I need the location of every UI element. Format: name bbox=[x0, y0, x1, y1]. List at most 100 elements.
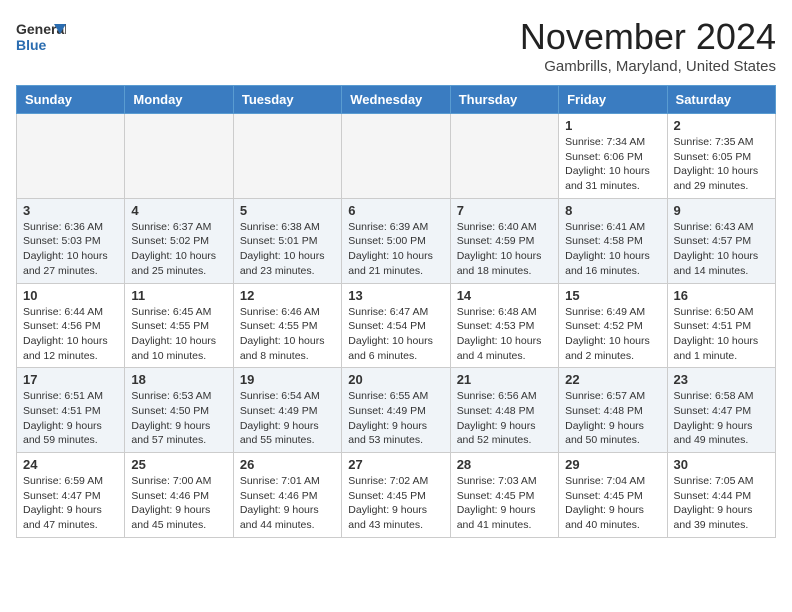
calendar-cell: 2 Sunrise: 7:35 AM Sunset: 6:05 PM Daylig… bbox=[667, 114, 775, 199]
day-number: 23 bbox=[674, 372, 769, 387]
logo-icon: General Blue bbox=[16, 16, 66, 56]
calendar-cell: 7 Sunrise: 6:40 AM Sunset: 4:59 PM Daylig… bbox=[450, 198, 558, 283]
day-number: 3 bbox=[23, 203, 118, 218]
day-number: 14 bbox=[457, 288, 552, 303]
day-info: Sunrise: 7:05 AM Sunset: 4:44 PM Dayligh… bbox=[674, 474, 769, 533]
day-header-tuesday: Tuesday bbox=[233, 86, 341, 114]
day-info: Sunrise: 7:00 AM Sunset: 4:46 PM Dayligh… bbox=[131, 474, 226, 533]
day-info: Sunrise: 6:47 AM Sunset: 4:54 PM Dayligh… bbox=[348, 305, 443, 364]
calendar-cell: 10 Sunrise: 6:44 AM Sunset: 4:56 PM Dayli… bbox=[17, 283, 125, 368]
day-number: 16 bbox=[674, 288, 769, 303]
logo: General Blue bbox=[16, 16, 66, 56]
day-info: Sunrise: 6:41 AM Sunset: 4:58 PM Dayligh… bbox=[565, 220, 660, 279]
calendar-body: 1Sunrise: 7:34 AM Sunset: 6:06 PM Daylig… bbox=[17, 114, 776, 538]
calendar-cell: 15 Sunrise: 6:49 AM Sunset: 4:52 PM Dayli… bbox=[559, 283, 667, 368]
calendar-cell bbox=[342, 114, 450, 199]
calendar-cell: 5 Sunrise: 6:38 AM Sunset: 5:01 PM Daylig… bbox=[233, 198, 341, 283]
day-number: 4 bbox=[131, 203, 226, 218]
calendar-cell bbox=[450, 114, 558, 199]
day-info: Sunrise: 6:37 AM Sunset: 5:02 PM Dayligh… bbox=[131, 220, 226, 279]
day-info: Sunrise: 7:04 AM Sunset: 4:45 PM Dayligh… bbox=[565, 474, 660, 533]
day-info: Sunrise: 6:55 AM Sunset: 4:49 PM Dayligh… bbox=[348, 389, 443, 448]
day-info: Sunrise: 6:54 AM Sunset: 4:49 PM Dayligh… bbox=[240, 389, 335, 448]
day-header-saturday: Saturday bbox=[667, 86, 775, 114]
day-header-sunday: Sunday bbox=[17, 86, 125, 114]
calendar-cell: 27 Sunrise: 7:02 AM Sunset: 4:45 PM Dayli… bbox=[342, 453, 450, 538]
day-number: 18 bbox=[131, 372, 226, 387]
day-info: Sunrise: 6:49 AM Sunset: 4:52 PM Dayligh… bbox=[565, 305, 660, 364]
calendar-cell: 21 Sunrise: 6:56 AM Sunset: 4:48 PM Dayli… bbox=[450, 368, 558, 453]
day-info: Sunrise: 6:50 AM Sunset: 4:51 PM Dayligh… bbox=[674, 305, 769, 364]
calendar-cell: 1Sunrise: 7:34 AM Sunset: 6:06 PM Daylig… bbox=[559, 114, 667, 199]
calendar-cell: 14 Sunrise: 6:48 AM Sunset: 4:53 PM Dayli… bbox=[450, 283, 558, 368]
day-info: Sunrise: 6:56 AM Sunset: 4:48 PM Dayligh… bbox=[457, 389, 552, 448]
calendar-cell: 30 Sunrise: 7:05 AM Sunset: 4:44 PM Dayli… bbox=[667, 453, 775, 538]
calendar-cell: 18 Sunrise: 6:53 AM Sunset: 4:50 PM Dayli… bbox=[125, 368, 233, 453]
day-header-thursday: Thursday bbox=[450, 86, 558, 114]
day-info: Sunrise: 6:53 AM Sunset: 4:50 PM Dayligh… bbox=[131, 389, 226, 448]
day-number: 28 bbox=[457, 457, 552, 472]
calendar-cell: 16 Sunrise: 6:50 AM Sunset: 4:51 PM Dayli… bbox=[667, 283, 775, 368]
week-row-4: 24 Sunrise: 6:59 AM Sunset: 4:47 PM Dayli… bbox=[17, 453, 776, 538]
calendar-cell: 28 Sunrise: 7:03 AM Sunset: 4:45 PM Dayli… bbox=[450, 453, 558, 538]
title-area: November 2024 Gambrills, Maryland, Unite… bbox=[520, 16, 776, 75]
day-number: 21 bbox=[457, 372, 552, 387]
day-info: Sunrise: 6:44 AM Sunset: 4:56 PM Dayligh… bbox=[23, 305, 118, 364]
day-number: 19 bbox=[240, 372, 335, 387]
day-number: 13 bbox=[348, 288, 443, 303]
day-number: 6 bbox=[348, 203, 443, 218]
calendar-cell: 9 Sunrise: 6:43 AM Sunset: 4:57 PM Daylig… bbox=[667, 198, 775, 283]
week-row-2: 10 Sunrise: 6:44 AM Sunset: 4:56 PM Dayli… bbox=[17, 283, 776, 368]
day-number: 7 bbox=[457, 203, 552, 218]
calendar-cell: 26Sunrise: 7:01 AM Sunset: 4:46 PM Dayli… bbox=[233, 453, 341, 538]
day-info: Sunrise: 6:39 AM Sunset: 5:00 PM Dayligh… bbox=[348, 220, 443, 279]
calendar-cell: 19 Sunrise: 6:54 AM Sunset: 4:49 PM Dayli… bbox=[233, 368, 341, 453]
day-number: 24 bbox=[23, 457, 118, 472]
day-info: Sunrise: 6:43 AM Sunset: 4:57 PM Dayligh… bbox=[674, 220, 769, 279]
calendar-cell: 4 Sunrise: 6:37 AM Sunset: 5:02 PM Daylig… bbox=[125, 198, 233, 283]
day-number: 15 bbox=[565, 288, 660, 303]
day-info: Sunrise: 7:34 AM Sunset: 6:06 PM Dayligh… bbox=[565, 135, 660, 194]
header: General Blue November 2024 Gambrills, Ma… bbox=[16, 16, 776, 75]
calendar-cell bbox=[125, 114, 233, 199]
day-number: 8 bbox=[565, 203, 660, 218]
day-header-monday: Monday bbox=[125, 86, 233, 114]
day-info: Sunrise: 7:35 AM Sunset: 6:05 PM Dayligh… bbox=[674, 135, 769, 194]
calendar-cell: 12Sunrise: 6:46 AM Sunset: 4:55 PM Dayli… bbox=[233, 283, 341, 368]
day-number: 30 bbox=[674, 457, 769, 472]
week-row-1: 3Sunrise: 6:36 AM Sunset: 5:03 PM Daylig… bbox=[17, 198, 776, 283]
calendar-cell: 25 Sunrise: 7:00 AM Sunset: 4:46 PM Dayli… bbox=[125, 453, 233, 538]
calendar-cell: 17Sunrise: 6:51 AM Sunset: 4:51 PM Dayli… bbox=[17, 368, 125, 453]
day-info: Sunrise: 6:57 AM Sunset: 4:48 PM Dayligh… bbox=[565, 389, 660, 448]
calendar-cell: 3Sunrise: 6:36 AM Sunset: 5:03 PM Daylig… bbox=[17, 198, 125, 283]
day-info: Sunrise: 7:03 AM Sunset: 4:45 PM Dayligh… bbox=[457, 474, 552, 533]
day-number: 9 bbox=[674, 203, 769, 218]
day-number: 5 bbox=[240, 203, 335, 218]
calendar-cell: 23 Sunrise: 6:58 AM Sunset: 4:47 PM Dayli… bbox=[667, 368, 775, 453]
day-info: Sunrise: 6:48 AM Sunset: 4:53 PM Dayligh… bbox=[457, 305, 552, 364]
week-row-0: 1Sunrise: 7:34 AM Sunset: 6:06 PM Daylig… bbox=[17, 114, 776, 199]
calendar-header-row: SundayMondayTuesdayWednesdayThursdayFrid… bbox=[17, 86, 776, 114]
week-row-3: 17Sunrise: 6:51 AM Sunset: 4:51 PM Dayli… bbox=[17, 368, 776, 453]
calendar: SundayMondayTuesdayWednesdayThursdayFrid… bbox=[16, 85, 776, 538]
calendar-cell: 20Sunrise: 6:55 AM Sunset: 4:49 PM Dayli… bbox=[342, 368, 450, 453]
day-number: 11 bbox=[131, 288, 226, 303]
calendar-cell: 24 Sunrise: 6:59 AM Sunset: 4:47 PM Dayli… bbox=[17, 453, 125, 538]
day-number: 27 bbox=[348, 457, 443, 472]
day-info: Sunrise: 6:58 AM Sunset: 4:47 PM Dayligh… bbox=[674, 389, 769, 448]
day-number: 2 bbox=[674, 118, 769, 133]
day-info: Sunrise: 6:45 AM Sunset: 4:55 PM Dayligh… bbox=[131, 305, 226, 364]
day-header-friday: Friday bbox=[559, 86, 667, 114]
calendar-cell: 13 Sunrise: 6:47 AM Sunset: 4:54 PM Dayli… bbox=[342, 283, 450, 368]
day-info: Sunrise: 6:59 AM Sunset: 4:47 PM Dayligh… bbox=[23, 474, 118, 533]
month-title: November 2024 bbox=[520, 16, 776, 58]
day-info: Sunrise: 6:38 AM Sunset: 5:01 PM Dayligh… bbox=[240, 220, 335, 279]
calendar-cell bbox=[233, 114, 341, 199]
calendar-cell: 6 Sunrise: 6:39 AM Sunset: 5:00 PM Daylig… bbox=[342, 198, 450, 283]
day-number: 25 bbox=[131, 457, 226, 472]
day-info: Sunrise: 6:40 AM Sunset: 4:59 PM Dayligh… bbox=[457, 220, 552, 279]
day-number: 26 bbox=[240, 457, 335, 472]
calendar-cell: 29Sunrise: 7:04 AM Sunset: 4:45 PM Dayli… bbox=[559, 453, 667, 538]
day-info: Sunrise: 7:02 AM Sunset: 4:45 PM Dayligh… bbox=[348, 474, 443, 533]
day-number: 10 bbox=[23, 288, 118, 303]
